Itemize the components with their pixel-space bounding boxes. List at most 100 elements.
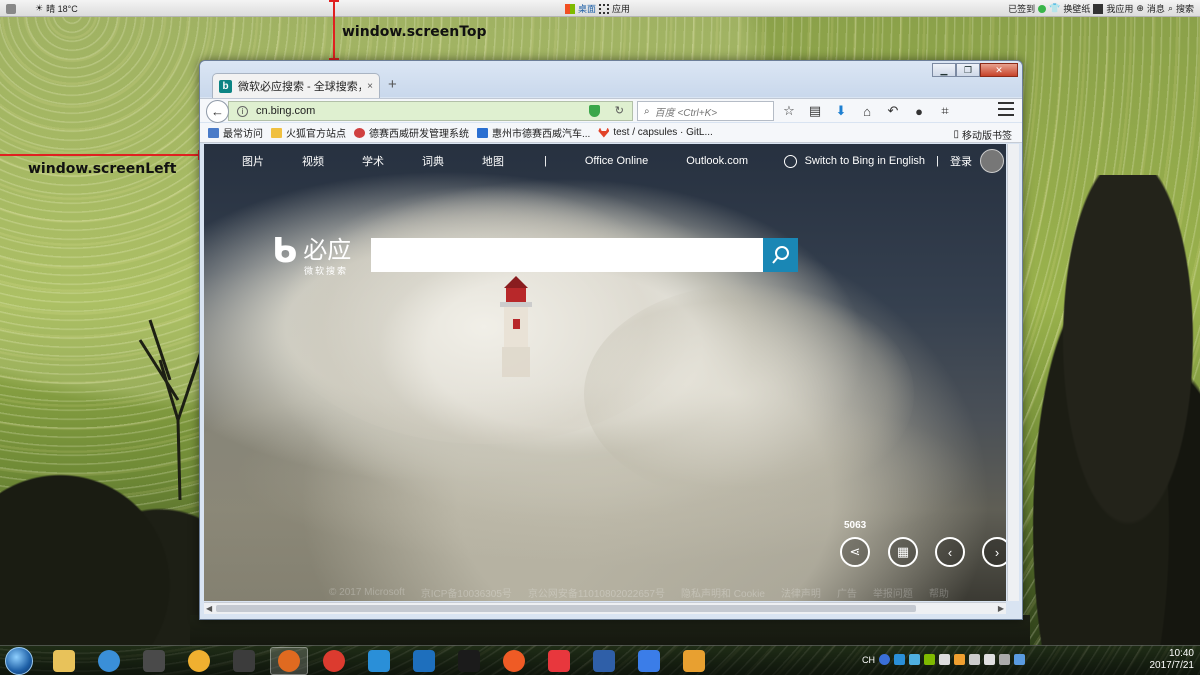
taskbar-xmind[interactable] [540, 647, 578, 675]
nav-dictionary[interactable]: 词典 [422, 153, 444, 169]
taskbar-paint-palette[interactable] [180, 647, 218, 675]
footer-ads[interactable]: 广告 [837, 585, 857, 600]
reader-list-icon[interactable]: ▤ [804, 103, 826, 119]
switch-english-link[interactable]: Switch to Bing in English [805, 155, 925, 167]
nav-images[interactable]: 图片 [242, 153, 264, 169]
minimize-button[interactable]: ▁ [932, 63, 956, 77]
previous-image-button[interactable]: ‹ [935, 537, 965, 567]
volume-icon[interactable] [969, 654, 980, 665]
qr-code-button[interactable]: ▦ [888, 537, 918, 567]
shield-icon[interactable] [589, 105, 600, 117]
footer-report[interactable]: 举报问题 [873, 585, 913, 600]
bookmark-most-visited[interactable]: 最常访问 [208, 125, 263, 140]
divider: | [933, 155, 942, 167]
clipboard-icon[interactable] [999, 654, 1010, 665]
bookmark-gitlab[interactable]: test / capsules · GitL... [598, 127, 713, 138]
clock[interactable]: 10:40 2017/7/21 [1150, 648, 1195, 672]
address-bar[interactable]: i cn.bing.com ↻ [228, 101, 633, 121]
taskbar-postman[interactable] [495, 647, 533, 675]
apps-button[interactable]: 应用 [599, 2, 630, 15]
taskbar-chrome[interactable] [315, 647, 353, 675]
back-button[interactable]: ← [206, 100, 229, 123]
bing-search-input[interactable] [371, 238, 763, 272]
help-icon[interactable] [879, 654, 890, 665]
taskbar-terminal[interactable] [225, 647, 263, 675]
taskbar-remote-desktop[interactable] [585, 647, 623, 675]
new-tab-button[interactable]: + [388, 76, 397, 93]
download-icon[interactable]: ⬇ [830, 103, 852, 119]
network-icon[interactable] [939, 654, 950, 665]
mobile-bookmarks[interactable]: ▯ 移动版书签 [953, 127, 1012, 142]
paint-palette-icon [188, 650, 210, 672]
chat-bubble-icon[interactable]: ● [908, 104, 930, 119]
taskbar-file-explorer[interactable] [45, 647, 83, 675]
vertical-scrollbar[interactable] [1007, 144, 1019, 601]
bing-b-icon: ᑲ [272, 232, 298, 270]
taskbar-sublime-text[interactable] [135, 647, 173, 675]
bookmark-star-icon[interactable]: ☆ [778, 103, 800, 119]
footer-help[interactable]: 帮助 [929, 585, 949, 600]
horizontal-scrollbar[interactable]: ◀ ▶ [204, 602, 1006, 614]
search-engine-box[interactable]: ⌕ 百度 <Ctrl+K> [637, 101, 774, 121]
taskbar-internet-explorer[interactable] [90, 647, 128, 675]
tab-bing[interactable]: b 微软必应搜索 - 全球搜索，有 × [212, 73, 380, 98]
nav-outlook[interactable]: Outlook.com [686, 155, 748, 167]
maximize-button[interactable]: ❐ [956, 63, 980, 77]
login-link[interactable]: 登录 [950, 153, 972, 169]
bookmark-firefox-site[interactable]: 火狐官方站点 [271, 125, 346, 140]
my-apps-button[interactable]: 我应用 [1093, 2, 1133, 15]
info-icon[interactable]: i [237, 105, 248, 117]
close-button[interactable]: ✕ [980, 63, 1018, 77]
reload-icon[interactable]: ↻ [615, 104, 624, 117]
bookmark-desay-rd[interactable]: 德赛西威研发管理系统 [354, 125, 469, 140]
tray-app-icon[interactable] [894, 654, 905, 665]
taskbar-webstorm[interactable] [450, 647, 488, 675]
bookmark-desay-huizhou[interactable]: 惠州市德赛西威汽车... [477, 125, 590, 140]
weather-widget[interactable]: ☀ 晴 18°C [6, 2, 78, 15]
avatar[interactable] [980, 149, 1004, 173]
weather-text: 晴 18°C [46, 4, 78, 14]
scroll-right-icon[interactable]: ▶ [998, 604, 1004, 613]
footer-legal[interactable]: 法律声明 [781, 585, 821, 600]
nav-academic[interactable]: 学术 [362, 153, 384, 169]
footer-copyright: © 2017 Microsoft [329, 587, 405, 598]
nav-maps[interactable]: 地图 [482, 153, 504, 169]
search-button[interactable]: ⌕ 搜索 [1168, 2, 1194, 15]
taskbar-visual-studio-code[interactable] [405, 647, 443, 675]
start-button[interactable] [5, 647, 33, 675]
sync-icon[interactable] [909, 654, 920, 665]
nav-videos[interactable]: 视频 [302, 153, 324, 169]
taskbar-feishu-doc[interactable] [630, 647, 668, 675]
home-icon[interactable]: ⌂ [856, 104, 878, 119]
messages-label: 消息 [1146, 4, 1165, 14]
taskbar-firefox[interactable] [270, 647, 308, 675]
tab-title: 微软必应搜索 - 全球搜索，有 [238, 81, 361, 93]
language-indicator[interactable]: CH [862, 655, 875, 665]
search-placeholder: 百度 <Ctrl+K> [654, 107, 718, 119]
nav-office-online[interactable]: Office Online [585, 155, 648, 167]
scrollbar-thumb[interactable] [216, 605, 916, 612]
crop-icon[interactable]: ⌗ [934, 103, 956, 119]
input-method-icon[interactable] [1014, 654, 1025, 665]
messages-button[interactable]: ⊕ 消息 [1136, 2, 1165, 15]
desktop-button[interactable]: 桌面 [565, 2, 596, 15]
antivirus-icon[interactable] [984, 654, 995, 665]
next-image-button[interactable]: › [982, 537, 1006, 567]
hamburger-menu-icon[interactable] [998, 102, 1014, 116]
chevron-left-icon: ‹ [947, 544, 953, 560]
taskbar-mail-client[interactable] [675, 647, 713, 675]
signed-in-status[interactable]: 已签到 [1008, 2, 1047, 15]
bing-search-button[interactable] [763, 238, 798, 272]
tab-close-icon[interactable]: × [367, 81, 373, 92]
undo-icon[interactable]: ↶ [882, 103, 904, 119]
scroll-left-icon[interactable]: ◀ [206, 604, 212, 613]
settings-icon[interactable] [924, 654, 935, 665]
footer-icp[interactable]: 京ICP备10036305号 [421, 585, 512, 600]
change-wallpaper-button[interactable]: 👕 换壁纸 [1049, 2, 1090, 15]
bell-icon[interactable] [954, 654, 965, 665]
footer-police[interactable]: 京公网安备11010802022657号 [528, 585, 665, 600]
back-arrow-icon: ← [211, 104, 224, 119]
share-button[interactable]: ⋖ [840, 537, 870, 567]
footer-privacy[interactable]: 隐私声明和 Cookie [681, 585, 765, 600]
taskbar-qq-browser[interactable] [360, 647, 398, 675]
